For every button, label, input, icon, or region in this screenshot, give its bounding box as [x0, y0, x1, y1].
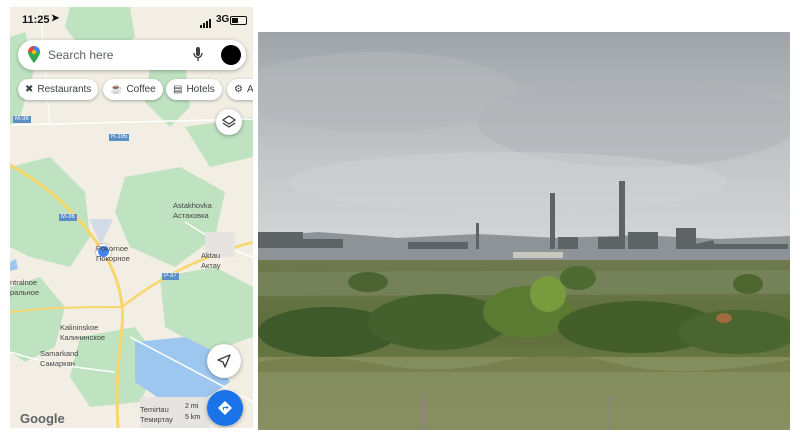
- place-label-aktau-ru: Актау: [201, 261, 221, 270]
- navigation-arrow-icon: [217, 354, 231, 368]
- chip-label: A: [246, 84, 253, 95]
- place-label-samarkand-ru: Самаркан: [40, 359, 75, 368]
- directions-button[interactable]: [207, 390, 243, 426]
- animal: [716, 313, 732, 323]
- scale-km: 5 km: [185, 414, 201, 421]
- phone-map-screenshot: 11:25 ➤ 3G Search here ✖ Restaurants ☕ C…: [10, 7, 253, 428]
- avatar[interactable]: [221, 45, 241, 65]
- fork-knife-icon: ✖: [25, 84, 34, 95]
- coffee-cup-icon: ☕: [110, 84, 123, 95]
- chip-restaurants[interactable]: ✖ Restaurants: [18, 79, 99, 100]
- maps-pin-icon: [28, 46, 40, 63]
- chip-hotels[interactable]: ▤ Hotels: [166, 79, 222, 100]
- scale-miles: 2 mi: [185, 403, 199, 410]
- fence-post: [422, 394, 426, 430]
- place-label-pokornoe-en: Pokornoe: [96, 244, 129, 253]
- place-label-astakhovka-ru: Астаховка: [173, 211, 209, 220]
- fence-post: [607, 396, 610, 430]
- recenter-button[interactable]: [207, 344, 241, 378]
- landscape-photo: [258, 32, 790, 430]
- road-shield: P-37: [162, 273, 179, 280]
- layers-icon: [222, 115, 236, 128]
- place-label-pokornoe-ru: Покорное: [96, 254, 130, 263]
- place-label-aktau-en: Aktau: [201, 251, 221, 260]
- layers-button[interactable]: [216, 109, 242, 135]
- chip-label: Restaurants: [37, 84, 92, 95]
- road-shield: M-36: [13, 116, 31, 123]
- directions-icon: [218, 401, 232, 415]
- chip-more[interactable]: ⚙ A: [227, 79, 253, 100]
- search-bar[interactable]: Search here: [18, 40, 246, 70]
- chip-label: Coffee: [126, 84, 156, 95]
- microphone-icon[interactable]: [193, 47, 203, 62]
- chip-coffee[interactable]: ☕ Coffee: [103, 79, 163, 100]
- place-label-tsentralnoe-en: ntralnoe: [10, 278, 38, 287]
- road-shield: M-36: [59, 214, 77, 221]
- chimney: [476, 223, 479, 249]
- google-logo: Google: [20, 411, 65, 426]
- search-input[interactable]: Search here: [48, 48, 113, 62]
- battery-icon: [230, 16, 247, 25]
- chip-label: Hotels: [186, 84, 215, 95]
- gear-icon: ⚙: [234, 84, 243, 95]
- place-label-samarkand-en: Samarkand: [40, 349, 79, 358]
- industrial-landscape-photo: [258, 32, 790, 430]
- road-shield: R-195: [109, 134, 130, 141]
- status-time: 11:25: [22, 14, 50, 26]
- status-bar: 11:25 ➤ 3G: [10, 7, 253, 33]
- place-label-astakhovka-en: Astakhovka: [173, 201, 212, 210]
- place-label-tsentralnoe-ru: ральное: [10, 288, 40, 297]
- place-label-temirtau-en: Temirtau: [140, 405, 169, 414]
- place-label-kalininskoe-ru: Калининское: [60, 333, 106, 342]
- signal-icon: [200, 16, 212, 28]
- bed-icon: ▤: [173, 84, 183, 95]
- place-label-temirtau-ru: Темиртау: [140, 415, 173, 424]
- network-type: 3G: [216, 14, 230, 25]
- location-arrow-icon: ➤: [51, 13, 60, 24]
- place-label-kalininskoe-en: Kalininskoe: [60, 323, 99, 332]
- chimney: [550, 193, 555, 249]
